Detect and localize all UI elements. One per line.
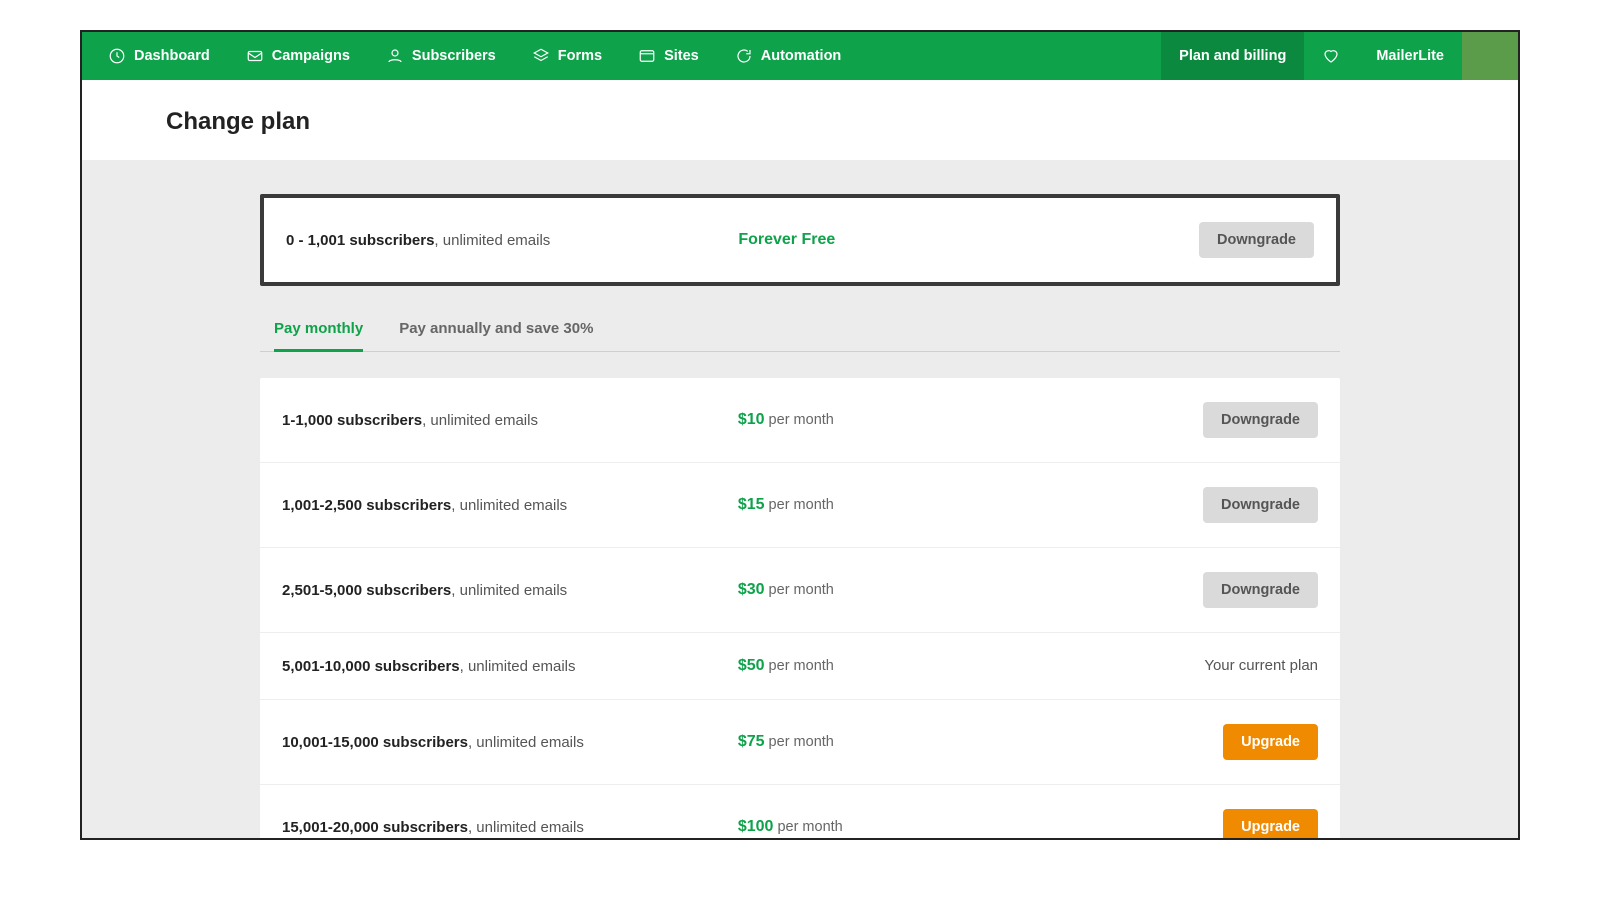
- plan-price-per: per month: [765, 582, 834, 598]
- free-plan-desc: 0 - 1,001 subscribers, unlimited emails: [286, 232, 738, 249]
- nav-dashboard[interactable]: Dashboard: [90, 32, 228, 80]
- plan-desc: 10,001-15,000 subscribers, unlimited ema…: [282, 734, 738, 751]
- nav-sites[interactable]: Sites: [620, 32, 717, 80]
- plan-rest: , unlimited emails: [468, 819, 584, 836]
- downgrade-button[interactable]: Downgrade: [1203, 487, 1318, 523]
- free-plan-card: 0 - 1,001 subscribers, unlimited emails …: [260, 194, 1340, 286]
- nav-plan-billing[interactable]: Plan and billing: [1161, 32, 1304, 80]
- plan-range: 5,001-10,000 subscribers: [282, 658, 460, 675]
- plan-rest: , unlimited emails: [451, 497, 567, 514]
- plan-row: 2,501-5,000 subscribers, unlimited email…: [260, 548, 1340, 633]
- plan-desc: 2,501-5,000 subscribers, unlimited email…: [282, 582, 738, 599]
- plan-desc: 1,001-2,500 subscribers, unlimited email…: [282, 497, 738, 514]
- plan-desc: 1-1,000 subscribers, unlimited emails: [282, 412, 738, 429]
- nav-label: Sites: [664, 48, 699, 64]
- nav-avatar[interactable]: [1462, 32, 1518, 80]
- plan-range: 15,001-20,000 subscribers: [282, 819, 468, 836]
- plan-price-per: per month: [765, 497, 834, 513]
- plan-range: 2,501-5,000 subscribers: [282, 582, 451, 599]
- plan-price: $15 per month: [738, 496, 1049, 514]
- plan-desc: 5,001-10,000 subscribers, unlimited emai…: [282, 658, 738, 675]
- plan-price-per: per month: [765, 412, 834, 428]
- tab-pay-annually[interactable]: Pay annually and save 30%: [399, 314, 593, 352]
- person-icon: [386, 47, 404, 65]
- window-icon: [638, 47, 656, 65]
- plan-price: $100 per month: [738, 818, 1049, 836]
- upgrade-button[interactable]: Upgrade: [1223, 809, 1318, 838]
- plan-row: 1-1,000 subscribers, unlimited emails$10…: [260, 378, 1340, 463]
- nav-subscribers[interactable]: Subscribers: [368, 32, 514, 80]
- plan-rest: , unlimited emails: [422, 412, 538, 429]
- upgrade-button[interactable]: Upgrade: [1223, 724, 1318, 760]
- free-plan-name: Forever Free: [738, 231, 1046, 249]
- downgrade-button[interactable]: Downgrade: [1203, 402, 1318, 438]
- plan-action-wrap: Downgrade: [1049, 487, 1318, 523]
- plan-range: 10,001-15,000 subscribers: [282, 734, 468, 751]
- plan-desc: 15,001-20,000 subscribers, unlimited ema…: [282, 819, 738, 836]
- plan-row: 5,001-10,000 subscribers, unlimited emai…: [260, 633, 1340, 700]
- plan-price-per: per month: [773, 819, 842, 835]
- nav-label: Forms: [558, 48, 602, 64]
- nav-forms[interactable]: Forms: [514, 32, 620, 80]
- plan-price-value: $75: [738, 733, 765, 750]
- current-plan-label: Your current plan: [1204, 657, 1318, 674]
- plan-price: $50 per month: [738, 657, 1049, 675]
- billing-cycle-tabs: Pay monthly Pay annually and save 30%: [260, 286, 1340, 352]
- plan-price: $30 per month: [738, 581, 1049, 599]
- plan-action-wrap: Your current plan: [1049, 657, 1318, 675]
- envelope-icon: [246, 47, 264, 65]
- nav-label: MailerLite: [1376, 48, 1444, 64]
- free-plan-action-wrap: Downgrade: [1047, 222, 1314, 258]
- free-plan-range: 0 - 1,001 subscribers: [286, 232, 434, 249]
- plan-price-value: $50: [738, 657, 765, 674]
- plan-price-value: $100: [738, 818, 774, 835]
- nav-left-group: Dashboard Campaigns Subscribers Forms: [82, 32, 859, 80]
- plan-action-wrap: Upgrade: [1049, 809, 1318, 838]
- refresh-icon: [735, 47, 753, 65]
- plan-price: $75 per month: [738, 733, 1049, 751]
- plan-price-value: $30: [738, 581, 765, 598]
- downgrade-button[interactable]: Downgrade: [1199, 222, 1314, 258]
- plan-price-value: $10: [738, 411, 765, 428]
- plan-list: 1-1,000 subscribers, unlimited emails$10…: [260, 378, 1340, 838]
- plan-rest: , unlimited emails: [460, 658, 576, 675]
- plan-price-value: $15: [738, 496, 765, 513]
- plan-rest: , unlimited emails: [468, 734, 584, 751]
- nav-campaigns[interactable]: Campaigns: [228, 32, 368, 80]
- plan-price-per: per month: [765, 658, 834, 674]
- body-area: 0 - 1,001 subscribers, unlimited emails …: [82, 160, 1518, 838]
- plan-range: 1,001-2,500 subscribers: [282, 497, 451, 514]
- plan-range: 1-1,000 subscribers: [282, 412, 422, 429]
- nav-label: Campaigns: [272, 48, 350, 64]
- plan-action-wrap: Upgrade: [1049, 724, 1318, 760]
- free-plan-rest: , unlimited emails: [434, 232, 550, 249]
- app-frame: Dashboard Campaigns Subscribers Forms: [80, 30, 1520, 840]
- plan-row: 1,001-2,500 subscribers, unlimited email…: [260, 463, 1340, 548]
- nav-brand[interactable]: MailerLite: [1358, 32, 1462, 80]
- clock-icon: [108, 47, 126, 65]
- tab-pay-monthly[interactable]: Pay monthly: [274, 314, 363, 352]
- nav-label: Subscribers: [412, 48, 496, 64]
- plan-action-wrap: Downgrade: [1049, 572, 1318, 608]
- plan-rest: , unlimited emails: [451, 582, 567, 599]
- plan-row: 10,001-15,000 subscribers, unlimited ema…: [260, 700, 1340, 785]
- content-column: 0 - 1,001 subscribers, unlimited emails …: [260, 194, 1340, 838]
- nav-label: Dashboard: [134, 48, 210, 64]
- layers-icon: [532, 47, 550, 65]
- nav-right-group: Plan and billing MailerLite: [1161, 32, 1518, 80]
- nav-label: Automation: [761, 48, 842, 64]
- top-nav: Dashboard Campaigns Subscribers Forms: [82, 32, 1518, 80]
- plan-action-wrap: Downgrade: [1049, 402, 1318, 438]
- plan-price-per: per month: [765, 734, 834, 750]
- downgrade-button[interactable]: Downgrade: [1203, 572, 1318, 608]
- nav-label: Plan and billing: [1179, 48, 1286, 64]
- nav-automation[interactable]: Automation: [717, 32, 860, 80]
- heart-icon: [1322, 47, 1340, 65]
- plan-row: 15,001-20,000 subscribers, unlimited ema…: [260, 785, 1340, 838]
- nav-favorites[interactable]: [1304, 32, 1358, 80]
- page-title: Change plan: [166, 108, 1518, 136]
- plan-price: $10 per month: [738, 411, 1049, 429]
- page-title-wrap: Change plan: [82, 80, 1518, 160]
